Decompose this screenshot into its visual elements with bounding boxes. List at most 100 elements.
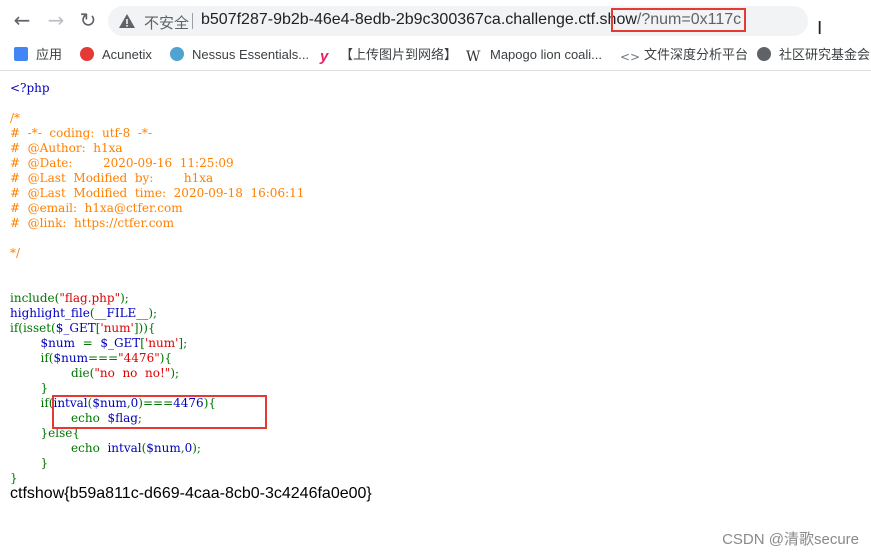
code-token: "no no no!" (94, 366, 171, 380)
code-token: echo (71, 441, 108, 455)
code-token: $num (40, 336, 83, 350)
bookmark-label: 【上传图片到网络】 (340, 47, 458, 62)
code-token: /* (10, 111, 21, 125)
flag-output[interactable]: ctfshow{b59a811c-d669-4caa-8cb0-3c4246fa… (10, 485, 372, 503)
code-token: include (10, 291, 55, 305)
intval-condition-highlight-box (52, 395, 267, 429)
code-token: */ (10, 246, 21, 260)
bookmark-label: Mapogo lion coali... (490, 47, 603, 62)
bookmark-label: 应用 (36, 47, 63, 62)
code-token: ]; (178, 336, 188, 350)
code-line: include("flag.php"); (10, 291, 304, 306)
code-token: === (87, 351, 119, 365)
code-token: ); (192, 441, 201, 455)
bookmark-mapogo[interactable]: W Mapogo lion coali... (466, 46, 602, 64)
link-icon: <> (620, 50, 641, 64)
code-token: } (40, 381, 49, 395)
reload-icon[interactable]: ↻ (76, 8, 100, 32)
address-divider (192, 13, 193, 29)
not-secure-label[interactable]: 不安全 (144, 12, 189, 33)
code-line: <?php (10, 81, 304, 96)
code-line: if(isset($_GET['num'])){ (10, 321, 304, 336)
code-token: 'num' (100, 321, 134, 335)
code-token: "flag.php" (59, 291, 121, 305)
apps-grid-icon (14, 47, 28, 61)
bookmarks-bar: 应用 Acunetix Nessus Essentials... y 【上传图片到… (0, 40, 871, 71)
code-token: # @Author: h1xa (10, 141, 123, 155)
bookmark-upload-image[interactable]: y 【上传图片到网络】 (320, 46, 457, 64)
code-line: # @link: https://ctfer.com (10, 216, 304, 231)
code-token: } (10, 471, 18, 485)
code-line: # -*- coding: utf-8 -*- (10, 126, 304, 141)
back-arrow-icon[interactable]: ← (10, 8, 34, 32)
code-line: highlight_file(__FILE__); (10, 306, 304, 321)
code-line: die("no no no!"); (10, 366, 304, 381)
code-line: } (10, 456, 304, 471)
bookmark-nessus[interactable]: Nessus Essentials... (170, 46, 309, 64)
nessus-icon (170, 47, 184, 61)
code-token: $_GET (55, 321, 96, 335)
code-line: # @Date: 2020-09-16 11:25:09 (10, 156, 304, 171)
browser-toolbar: ← → ↻ 不安全 b507f287-9b2b-46e4-8edb-2b9c30… (0, 0, 871, 40)
code-token: "4476" (118, 351, 160, 365)
code-token: $_GET (100, 336, 141, 350)
forward-arrow-icon[interactable]: → (44, 8, 68, 32)
code-line: # @Last Modified by: h1xa (10, 171, 304, 186)
code-token: intval (107, 441, 142, 455)
code-line: } (10, 381, 304, 396)
code-token: isset (22, 321, 52, 335)
code-token: __FILE__ (94, 306, 149, 320)
code-token: ); (120, 291, 129, 305)
code-token: = (82, 336, 101, 350)
globe-icon (757, 47, 771, 61)
text-cursor-icon: I (817, 18, 823, 39)
bookmark-apps[interactable]: 应用 (14, 46, 62, 64)
code-token: # @Date: 2020-09-16 11:25:09 (10, 156, 234, 170)
bookmark-label: 文件深度分析平台 (644, 47, 749, 62)
code-token: if( (40, 351, 54, 365)
code-token: ])){ (133, 321, 156, 335)
code-token: # @Last Modified by: h1xa (10, 171, 214, 185)
code-token: $num (53, 351, 88, 365)
code-token: ); (148, 306, 158, 320)
code-token: <?php (10, 81, 50, 95)
y-logo-icon: y (320, 48, 329, 65)
bookmark-label: 社区研究基金会 (779, 47, 871, 62)
code-token: $num (146, 441, 181, 455)
code-token: # @link: https://ctfer.com (10, 216, 175, 230)
code-line: echo intval($num,0); (10, 441, 304, 456)
code-line: # @Last Modified time: 2020-09-18 16:06:… (10, 186, 304, 201)
code-line: } (10, 471, 304, 486)
bookmark-file-analysis[interactable]: <> 文件深度分析平台 (620, 46, 748, 64)
code-line: # @Author: h1xa (10, 141, 304, 156)
code-line: /* (10, 111, 304, 126)
code-line: # @email: h1xa@ctfer.com (10, 201, 304, 216)
warning-triangle-icon[interactable] (118, 12, 136, 30)
code-token: 'num' (144, 336, 179, 350)
url-query-highlight-box (611, 8, 746, 32)
bookmark-research-fund[interactable]: 社区研究基金会 (757, 46, 870, 64)
csdn-watermark: CSDN @清歌secure (722, 531, 859, 548)
code-token: } (40, 456, 49, 470)
bookmark-label: Acunetix (102, 47, 152, 62)
code-token: # @email: h1xa@ctfer.com (10, 201, 183, 215)
acunetix-icon (80, 47, 94, 61)
url-host: b507f287-9b2b-46e4-8edb-2b9c300367ca.cha… (201, 11, 637, 28)
bookmark-acunetix[interactable]: Acunetix (80, 46, 152, 64)
code-token: ); (170, 366, 180, 380)
wikipedia-icon: W (466, 49, 481, 65)
code-token: # @Last Modified time: 2020-09-18 16:06:… (10, 186, 305, 200)
code-token: if( (10, 321, 23, 335)
code-token: # -*- coding: utf-8 -*- (10, 126, 152, 140)
